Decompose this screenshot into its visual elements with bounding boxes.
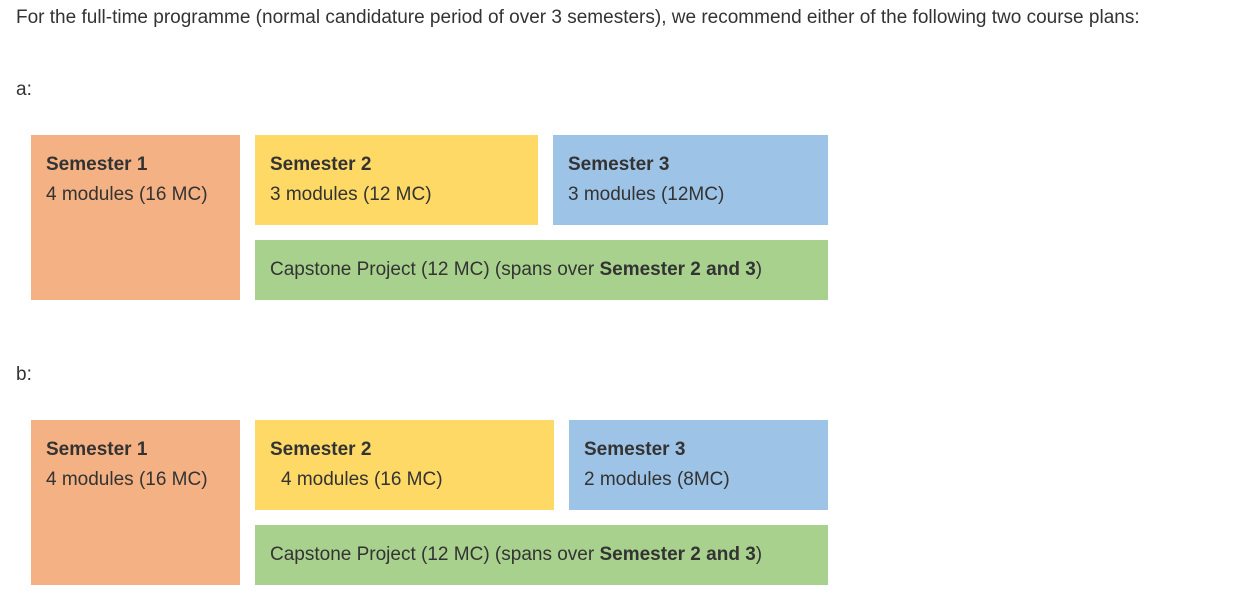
plan-a-semester-2-detail: 3 modules (12 MC) bbox=[270, 184, 432, 205]
plan-a-semester-2-box: Semester 2 3 modules (12 MC) bbox=[255, 135, 538, 225]
plan-a-capstone-prefix: Capstone Project (12 MC) (spans over bbox=[270, 259, 600, 280]
plan-b-capstone-box: Capstone Project (12 MC) (spans over Sem… bbox=[255, 525, 828, 585]
plan-b-semester-3-title: Semester 3 bbox=[584, 439, 686, 460]
plan-a-label: a: bbox=[16, 79, 32, 100]
plan-b-capstone-semesters: Semester 2 and 3 bbox=[599, 544, 756, 565]
plan-b-semester-2-box: Semester 2 4 modules (16 MC) bbox=[255, 420, 554, 510]
intro-paragraph: For the full-time programme (normal cand… bbox=[16, 7, 1140, 28]
plan-a-semester-1-box: Semester 1 4 modules (16 MC) bbox=[31, 135, 240, 300]
plan-b-capstone-prefix: Capstone Project (12 MC) (spans over bbox=[270, 544, 600, 565]
plan-a-semester-3-title: Semester 3 bbox=[568, 154, 670, 175]
plan-b-semester-3-box: Semester 3 2 modules (8MC) bbox=[569, 420, 828, 510]
plan-b-semester-1-detail: 4 modules (16 MC) bbox=[46, 469, 208, 490]
plan-b-label: b: bbox=[16, 364, 32, 385]
plan-b-capstone-suffix: ) bbox=[755, 544, 763, 565]
plan-b-semester-1-box: Semester 1 4 modules (16 MC) bbox=[31, 420, 240, 585]
plan-b-semester-2-title: Semester 2 bbox=[270, 439, 372, 460]
plan-a-semester-1-detail: 4 modules (16 MC) bbox=[46, 184, 208, 205]
plan-a-semester-3-detail: 3 modules (12MC) bbox=[568, 184, 725, 205]
plan-a-capstone-semesters: Semester 2 and 3 bbox=[599, 259, 756, 280]
plan-b-semester-1-title: Semester 1 bbox=[46, 439, 148, 460]
plan-b-semester-2-detail: 4 modules (16 MC) bbox=[281, 469, 443, 490]
plan-a-capstone-suffix: ) bbox=[755, 259, 763, 280]
plan-a-capstone-box: Capstone Project (12 MC) (spans over Sem… bbox=[255, 240, 828, 300]
plan-b-semester-3-detail: 2 modules (8MC) bbox=[584, 469, 730, 490]
plan-a-semester-2-title: Semester 2 bbox=[270, 154, 372, 175]
plan-a-semester-3-box: Semester 3 3 modules (12MC) bbox=[553, 135, 828, 225]
plan-a-semester-1-title: Semester 1 bbox=[46, 154, 148, 175]
